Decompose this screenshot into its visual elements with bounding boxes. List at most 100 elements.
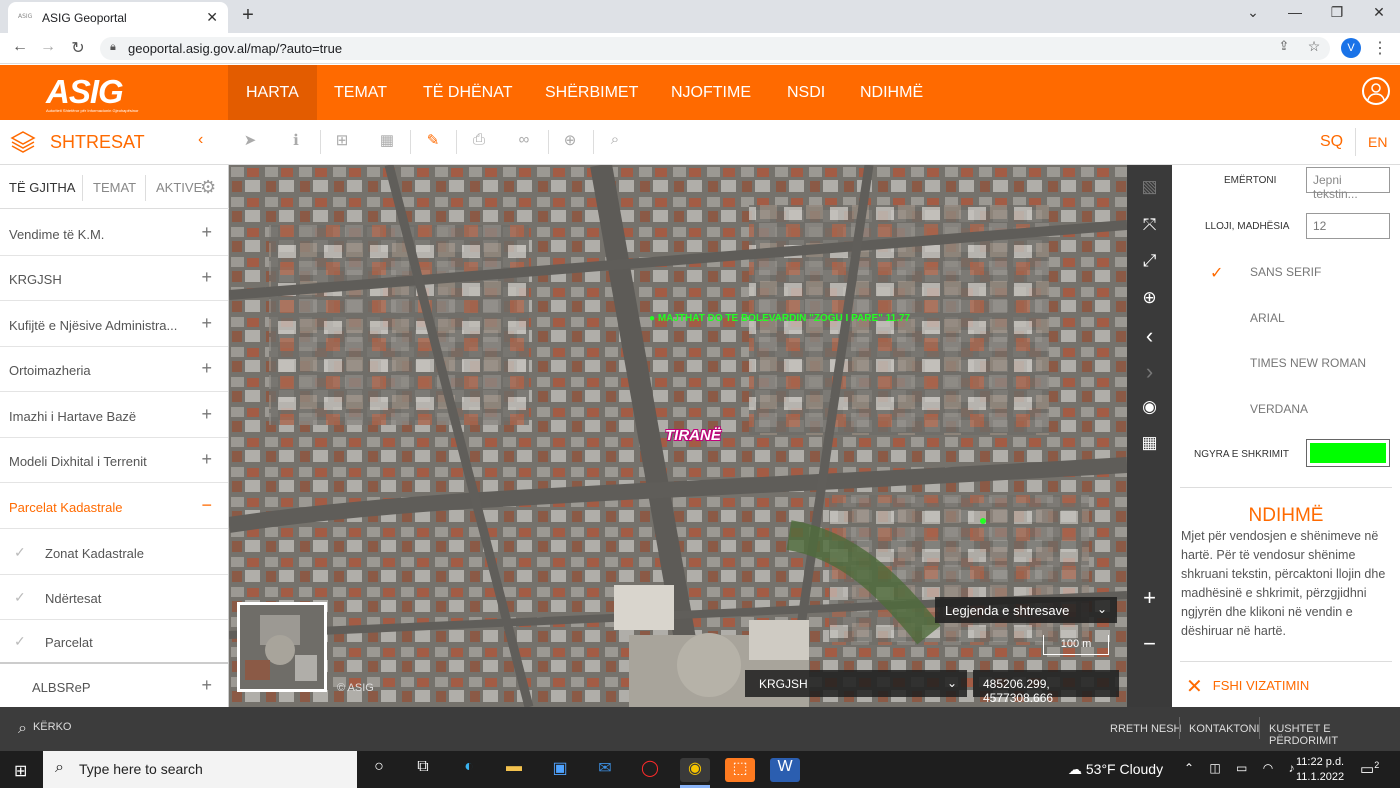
notification-icon[interactable]: ▭2: [1360, 760, 1379, 778]
back-icon[interactable]: ←: [8, 38, 32, 56]
add-circle-icon[interactable]: ⊕: [555, 131, 585, 149]
sublayer-zonat[interactable]: ✓ Zonat Kadastrale: [0, 530, 228, 575]
basemap-icon[interactable]: ▧: [1127, 177, 1172, 197]
word-icon[interactable]: W: [770, 758, 800, 782]
grid-icon[interactable]: ▦: [1127, 433, 1172, 453]
url-field[interactable]: 🔒︎ geoportal.asig.gov.al/map/?auto=true: [100, 37, 1330, 60]
file-explorer-icon[interactable]: ▬: [499, 758, 529, 782]
check-icon[interactable]: ✓: [14, 633, 26, 650]
zoom-out-button[interactable]: −: [1127, 631, 1172, 657]
weather-widget[interactable]: ☁ 53°F Cloudy: [1068, 761, 1163, 778]
tab-temat[interactable]: TEMAT: [93, 180, 136, 195]
task-view-icon[interactable]: ⧉: [408, 758, 438, 782]
footer-link-rreth-nesh[interactable]: RRETH NESH: [1110, 723, 1182, 735]
map-marker[interactable]: [980, 518, 986, 524]
menu-njoftime[interactable]: NJOFTIME: [653, 65, 769, 120]
windows-start-icon[interactable]: ⊞: [14, 761, 27, 781]
app-icon[interactable]: ⬚: [725, 758, 755, 782]
layer-group-krgjsh[interactable]: KRGJSH +: [0, 256, 228, 301]
system-tray-icons[interactable]: ⌃ ◫ ▭ ◠ ♪: [1184, 761, 1301, 775]
link-icon[interactable]: ∞: [509, 131, 539, 148]
check-icon[interactable]: ✓: [14, 589, 26, 606]
check-icon[interactable]: ✓: [14, 544, 26, 561]
next-extent-icon[interactable]: ›: [1127, 359, 1172, 385]
map-canvas[interactable]: ● MAJTHAT DO TE BOLEVARDIN "ZOGU I PARE"…: [229, 165, 1127, 707]
menu-temat[interactable]: TEMAT: [316, 65, 405, 120]
menu-harta[interactable]: HARTA: [228, 65, 317, 120]
menu-ndihme[interactable]: NDIHMË: [842, 65, 941, 120]
minimize-button[interactable]: —: [1280, 4, 1310, 20]
share-icon[interactable]: ⇪: [1272, 38, 1296, 54]
info-icon[interactable]: ℹ: [281, 131, 311, 149]
browser-menu-icon[interactable]: ⋮: [1368, 38, 1392, 58]
name-input[interactable]: Jepni tekstin...: [1306, 167, 1390, 201]
opera-icon[interactable]: ◯: [635, 758, 665, 782]
full-extent-icon[interactable]: ⤧: [1127, 215, 1172, 235]
collapse-panel-icon[interactable]: ‹: [198, 131, 203, 149]
taskbar-search[interactable]: ⌕ Type here to search: [43, 751, 357, 788]
collapse-icon[interactable]: −: [201, 495, 212, 516]
previous-extent-icon[interactable]: ‹: [1127, 323, 1172, 349]
maximize-button[interactable]: ❐: [1322, 4, 1352, 21]
globe-icon[interactable]: ◉: [1127, 397, 1172, 417]
layer-group-imazhi[interactable]: Imazhi i Hartave Bazë +: [0, 393, 228, 438]
layer-group-ortoimazheria[interactable]: Ortoimazheria +: [0, 347, 228, 392]
tab-te-gjitha[interactable]: TË GJITHA: [9, 180, 75, 195]
bookmark-star-icon[interactable]: ☆: [1302, 38, 1326, 55]
menu-sherbimet[interactable]: SHËRBIMET: [527, 65, 656, 120]
menu-te-dhenat[interactable]: TË DHËNAT: [405, 65, 530, 120]
gear-icon[interactable]: ⚙: [200, 177, 216, 198]
mail-icon[interactable]: ✉: [590, 758, 620, 782]
select-pointer-icon[interactable]: ➤: [235, 131, 265, 149]
draw-edit-icon[interactable]: ✎: [418, 131, 448, 149]
cortana-icon[interactable]: ○: [364, 758, 394, 782]
expand-icon[interactable]: +: [201, 449, 212, 470]
taskbar-clock[interactable]: 11:22 p.d. 11.1.2022: [1296, 755, 1344, 785]
expand-icon[interactable]: +: [201, 222, 212, 243]
menu-nsdi[interactable]: NSDI: [769, 65, 843, 120]
layer-group-parcelat-kadastrale[interactable]: Parcelat Kadastrale −: [0, 484, 228, 529]
sublayer-parcelat[interactable]: ✓ Parcelat: [0, 619, 228, 664]
expand-icon[interactable]: +: [201, 267, 212, 288]
legend-dropdown[interactable]: Legjenda e shtresave ⌄: [935, 597, 1117, 623]
search-icon[interactable]: ⌕: [600, 131, 630, 148]
sublayer-ndertesat[interactable]: ✓ Ndërtesat: [0, 575, 228, 620]
fullscreen-icon[interactable]: ⤢: [1127, 251, 1172, 271]
expand-icon[interactable]: +: [201, 358, 212, 379]
font-option-sans-serif[interactable]: SANS SERIF: [1250, 265, 1321, 279]
chrome-icon[interactable]: ◉: [680, 758, 710, 782]
font-option-verdana[interactable]: VERDANA: [1250, 402, 1308, 416]
color-picker[interactable]: [1306, 439, 1390, 467]
footer-link-kushtet[interactable]: KUSHTET E PËRDORIMIT: [1269, 723, 1400, 747]
close-window-button[interactable]: ✕: [1364, 4, 1394, 21]
asig-logo[interactable]: ASIG Autoriteti Shtetëror për Informacio…: [46, 73, 141, 113]
expand-icon[interactable]: +: [201, 675, 212, 696]
forward-icon[interactable]: →: [36, 38, 60, 56]
footer-search[interactable]: ⌕ KËRKO: [18, 720, 71, 738]
expand-icon[interactable]: +: [201, 404, 212, 425]
size-input[interactable]: 12: [1306, 213, 1390, 239]
close-tab-icon[interactable]: ✕: [206, 9, 218, 26]
overview-minimap[interactable]: [237, 602, 327, 692]
tab-search-icon[interactable]: ⌄: [1238, 4, 1268, 21]
chart-icon[interactable]: ▦: [372, 131, 402, 149]
lang-en[interactable]: EN: [1368, 134, 1387, 150]
store-icon[interactable]: ▣: [545, 758, 575, 782]
map-annotation[interactable]: ● MAJTHAT DO TE BOLEVARDIN "ZOGU I PARE"…: [649, 313, 910, 324]
expand-icon[interactable]: +: [201, 313, 212, 334]
font-option-arial[interactable]: ARIAL: [1250, 311, 1285, 325]
layer-group-vendime[interactable]: Vendime të K.M. +: [0, 211, 228, 256]
lang-sq[interactable]: SQ: [1320, 133, 1343, 151]
user-icon[interactable]: [1362, 77, 1390, 105]
layer-group-modeli[interactable]: Modeli Dixhital i Terrenit +: [0, 438, 228, 483]
zoom-in-button[interactable]: +: [1127, 585, 1172, 611]
footer-link-kontaktoni[interactable]: KONTAKTONI: [1189, 723, 1260, 735]
edge-icon[interactable]: ◐: [454, 758, 484, 782]
add-layer-icon[interactable]: ⊞: [327, 131, 357, 149]
clear-drawing-button[interactable]: ✕ FSHI VIZATIMIN: [1186, 674, 1309, 699]
crs-select[interactable]: KRGJSH ⌄: [745, 670, 967, 697]
font-option-times[interactable]: TIMES NEW ROMAN: [1250, 356, 1366, 370]
tab-aktive[interactable]: AKTIVE: [156, 180, 202, 195]
print-icon[interactable]: ⎙: [464, 131, 494, 148]
profile-avatar[interactable]: V: [1341, 38, 1361, 58]
